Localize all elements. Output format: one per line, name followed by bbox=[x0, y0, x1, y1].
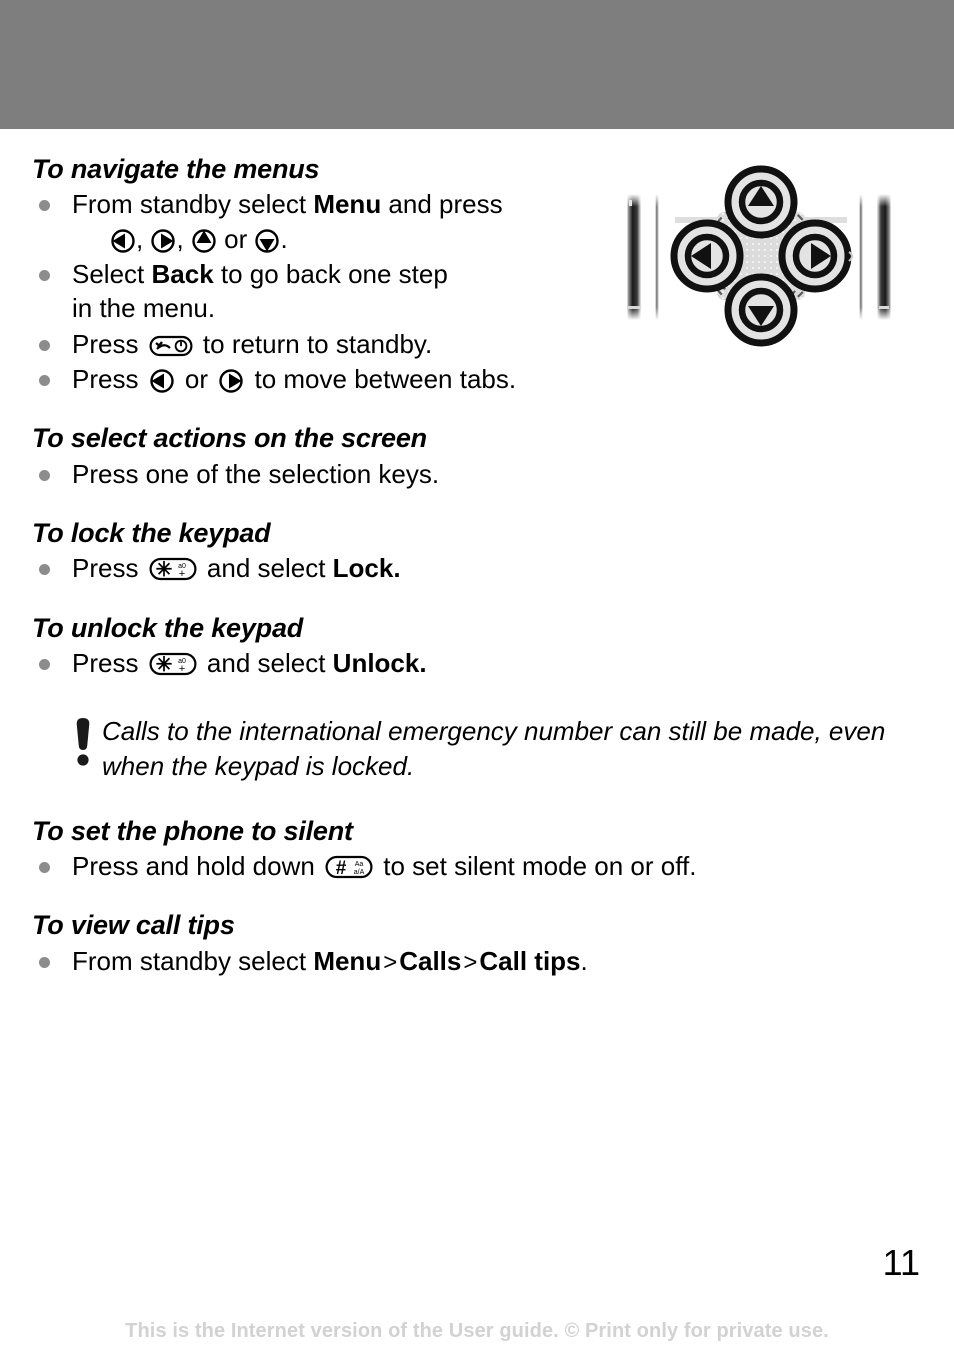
item-text-pre: Press bbox=[72, 553, 146, 584]
keyword-unlock: Unlock. bbox=[332, 648, 427, 679]
item-text-pre: Press bbox=[72, 363, 146, 394]
section-bullet-list: Press and hold down # Aa a/A to set silent… bbox=[32, 849, 912, 883]
bullet-dot bbox=[39, 339, 50, 351]
sep-1: , bbox=[136, 223, 151, 254]
nav-keys-row: , , or . bbox=[72, 222, 288, 256]
item-text-pre: Press bbox=[72, 328, 146, 359]
star-key-icon: ✳ a0 + bbox=[149, 555, 197, 583]
item-text-wrap: in the menu. bbox=[72, 293, 216, 324]
exclamation-icon bbox=[72, 716, 94, 773]
list-item: Press and hold down # Aa a/A to set silent… bbox=[32, 849, 912, 883]
item-text-post: to return to standby. bbox=[195, 328, 433, 359]
svg-text:✳: ✳ bbox=[155, 654, 172, 676]
section-view-call-tips: To view call tips From standby select Me… bbox=[32, 909, 912, 978]
section-lock-the-keypad: To lock the keypad Press ✳ a0 + and select… bbox=[32, 517, 632, 586]
section-bullet-list: Press one of the selection keys. bbox=[32, 457, 632, 491]
nav-left-key-icon bbox=[110, 228, 136, 254]
note-text: Calls to the international emergency num… bbox=[102, 716, 886, 782]
path-menu: Menu bbox=[313, 945, 382, 976]
item-text-pre: From standby select bbox=[72, 189, 314, 220]
section-select-actions-on-the-screen: To select actions on the screen Press on… bbox=[32, 422, 632, 491]
section-navigate-the-menus: To navigate the menus From standby selec… bbox=[32, 153, 632, 396]
item-text-mid: and select bbox=[199, 553, 333, 584]
path-separator: > bbox=[463, 948, 478, 976]
nav-right-key-icon bbox=[218, 368, 244, 394]
section-set-the-phone-to-silent: To set the phone to silent Press and hol… bbox=[32, 815, 912, 884]
section-title: To unlock the keypad bbox=[32, 612, 304, 643]
star-key-icon: ✳ a0 + bbox=[149, 650, 197, 678]
section-bullet-list: Press ✳ a0 + and select Lock. bbox=[32, 551, 632, 585]
bullet-dot bbox=[39, 956, 50, 968]
svg-text:#: # bbox=[336, 858, 347, 879]
bullet-dot bbox=[39, 374, 50, 386]
bullet-dot bbox=[39, 564, 50, 576]
list-item: Press ✳ a0 + and select Unlock. bbox=[32, 646, 632, 680]
header-band bbox=[0, 0, 954, 129]
list-item: Press one of the selection keys. bbox=[32, 457, 632, 491]
svg-text:+: + bbox=[178, 568, 184, 580]
item-text-pre: Press bbox=[72, 648, 146, 679]
list-item: Press ✳ a0 + and select Lock. bbox=[32, 551, 632, 585]
list-item: From standby select Menu>Calls>Call tips… bbox=[32, 944, 912, 979]
list-item: Press or to move between tabs. bbox=[32, 362, 632, 396]
section-title: To lock the keypad bbox=[32, 517, 271, 548]
item-text-pre: From standby select bbox=[72, 945, 314, 976]
svg-text:+: + bbox=[178, 663, 184, 675]
section-unlock-the-keypad: To unlock the keypad Press ✳ a0 + and sele… bbox=[32, 612, 632, 681]
nav-down-key-icon bbox=[254, 228, 280, 254]
item-text-pre: Press and hold down bbox=[72, 850, 323, 881]
section-bullet-list: From standby select Menu and press , , o… bbox=[32, 187, 632, 396]
item-text-mid: or bbox=[177, 363, 216, 394]
path-separator: > bbox=[383, 948, 398, 976]
item-text-post: and press bbox=[381, 189, 503, 220]
page-number: 11 bbox=[882, 1242, 920, 1283]
text-column-lower: To set the phone to silent Press and hol… bbox=[32, 815, 912, 979]
nav-up-key-icon bbox=[191, 228, 217, 254]
note-callout: Calls to the international emergency num… bbox=[32, 714, 892, 784]
keyword-menu: Menu bbox=[313, 189, 382, 220]
path-call-tips: Call tips bbox=[479, 945, 581, 976]
item-text-pre: Select bbox=[72, 259, 152, 290]
hash-key-icon: # Aa a/A bbox=[325, 853, 373, 881]
item-text-mid: and select bbox=[199, 648, 333, 679]
sep-3: or bbox=[216, 223, 255, 254]
section-bullet-list: From standby select Menu>Calls>Call tips… bbox=[32, 944, 912, 979]
bullet-dot bbox=[39, 469, 50, 481]
sep-4: . bbox=[280, 223, 288, 254]
svg-text:a/A: a/A bbox=[354, 869, 365, 876]
list-item: Select Back to go back one step in the m… bbox=[32, 257, 632, 326]
section-bullet-list: Press ✳ a0 + and select Unlock. bbox=[32, 646, 632, 680]
item-text-post: . bbox=[580, 945, 588, 976]
section-title: To set the phone to silent bbox=[32, 815, 353, 846]
sep-2: , bbox=[176, 223, 191, 254]
item-text-post: to move between tabs. bbox=[247, 363, 517, 394]
list-item: Press to return to standby. bbox=[32, 327, 632, 361]
document-footer: This is the Internet version of the User… bbox=[125, 1320, 829, 1342]
nav-right-key-icon bbox=[150, 228, 176, 254]
page-content: To navigate the menus From standby selec… bbox=[0, 129, 954, 1004]
item-text-post: to go back one step bbox=[213, 259, 448, 290]
bullet-dot bbox=[39, 861, 50, 873]
bullet-dot bbox=[39, 659, 50, 671]
bullet-dot bbox=[39, 200, 50, 212]
bullet-dot bbox=[39, 270, 50, 282]
path-calls: Calls bbox=[399, 945, 462, 976]
svg-text:✳: ✳ bbox=[155, 559, 172, 581]
section-title: To select actions on the screen bbox=[32, 423, 427, 454]
keyword-lock: Lock. bbox=[332, 553, 401, 584]
svg-text:Aa: Aa bbox=[355, 861, 364, 868]
section-title: To navigate the menus bbox=[32, 154, 320, 184]
text-column: To navigate the menus From standby selec… bbox=[32, 153, 632, 680]
end-call-key-icon bbox=[149, 333, 193, 359]
keyword-back: Back bbox=[151, 259, 214, 290]
item-text-post: to set silent mode on or off. bbox=[376, 850, 697, 881]
nav-left-key-icon bbox=[149, 368, 175, 394]
section-title: To view call tips bbox=[32, 910, 235, 941]
list-item: From standby select Menu and press , , o… bbox=[32, 187, 632, 256]
item-text-pre: Press one of the selection keys. bbox=[72, 458, 440, 489]
